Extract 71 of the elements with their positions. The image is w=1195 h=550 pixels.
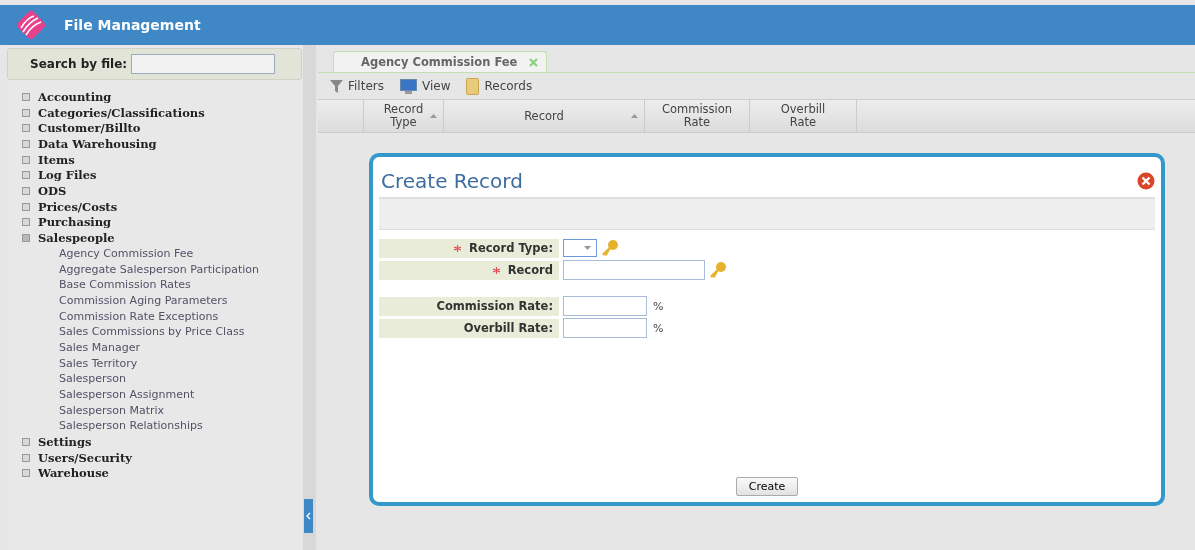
expand-icon[interactable] [22,453,30,462]
column-header[interactable]: Record Type [364,100,444,132]
column-header[interactable]: Overbill Rate [750,100,857,132]
search-label: Search by file: [30,57,128,71]
expand-icon[interactable] [22,155,30,164]
tree-item[interactable]: Salesperson Relationships [22,418,302,435]
tree-item[interactable]: Users/Security [38,450,132,465]
tree-item[interactable]: Commission Aging Parameters [22,292,302,309]
sort-icon [631,114,638,118]
records-button[interactable]: Records [462,77,537,95]
funnel-icon [330,78,343,94]
percent-sign: % [653,321,664,335]
folder-icon [466,77,480,95]
expand-icon[interactable] [22,124,30,133]
tree-item[interactable]: Sales Territory [22,355,302,372]
collapse-handle-icon[interactable] [304,499,313,533]
close-icon[interactable] [1137,172,1155,190]
tree-item[interactable]: Accounting [38,89,112,104]
tab[interactable]: Agency Commission Fee [333,51,548,72]
view-button[interactable]: View [396,78,455,94]
dropdown-field[interactable] [563,239,597,257]
tree-item[interactable]: Sales Manager [22,340,302,356]
create-button[interactable]: Create [735,477,799,496]
filter-button[interactable]: Filters [326,78,388,94]
expand-icon[interactable] [22,108,30,117]
tree-item[interactable]: Log Files [38,168,97,183]
expand-icon[interactable] [22,139,30,148]
expand-icon[interactable] [22,171,30,180]
dialog-title: Create Record [381,169,523,193]
field-label: Commission Rate: [379,296,559,316]
tree-item[interactable]: Sales Commissions by Price Class [22,324,302,340]
caret-icon [584,246,591,250]
tree-item[interactable]: Data Warehousing [38,136,157,151]
tree-item[interactable]: Salesperson Matrix [22,402,302,419]
tree-item[interactable]: Warehouse [38,466,109,481]
tree-item[interactable]: Salesperson Assignment [22,387,302,403]
search-field[interactable] [131,54,276,74]
expand-icon[interactable] [22,437,30,446]
tree-item[interactable]: Salespeople [38,231,115,246]
percent-sign: % [653,299,664,313]
tree-item[interactable]: Items [38,152,75,167]
expand-icon[interactable] [22,186,30,195]
tree-item[interactable]: Customer/Billto [38,121,141,136]
key-icon[interactable] [601,239,619,257]
input-field[interactable] [563,318,647,338]
input-field[interactable] [563,260,705,280]
key-icon[interactable] [709,261,727,279]
tree-item[interactable]: Salesperson [22,371,302,388]
sort-icon [430,114,437,118]
tree-item[interactable]: Purchasing [38,215,112,230]
tree-item[interactable]: Settings [38,434,92,449]
tree-item[interactable]: Prices/Costs [38,199,118,214]
expand-icon[interactable] [22,92,30,101]
tree-item[interactable]: Aggregate Salesperson Participation [22,261,302,278]
app-title: File Management [64,17,201,33]
tree-item[interactable]: Commission Rate Exceptions [22,308,302,325]
expand-icon[interactable] [22,469,30,478]
field-label: Overbill Rate: [379,318,559,338]
column-header[interactable]: Record [444,100,645,132]
column-header[interactable]: Commission Rate [645,100,750,132]
tree-item[interactable]: Categories/Classifications [38,105,205,120]
expand-icon[interactable] [22,218,30,227]
tree-item[interactable]: Agency Commission Fee [22,245,302,262]
field-label: Record Type: [379,238,559,258]
input-field[interactable] [563,296,647,316]
expand-icon[interactable] [22,202,30,211]
expand-icon[interactable] [22,234,30,243]
tree-item[interactable]: Base Commission Rates [22,277,302,293]
tree-item[interactable]: ODS [38,183,67,198]
monitor-icon [400,78,417,94]
field-label: Record [379,260,559,280]
